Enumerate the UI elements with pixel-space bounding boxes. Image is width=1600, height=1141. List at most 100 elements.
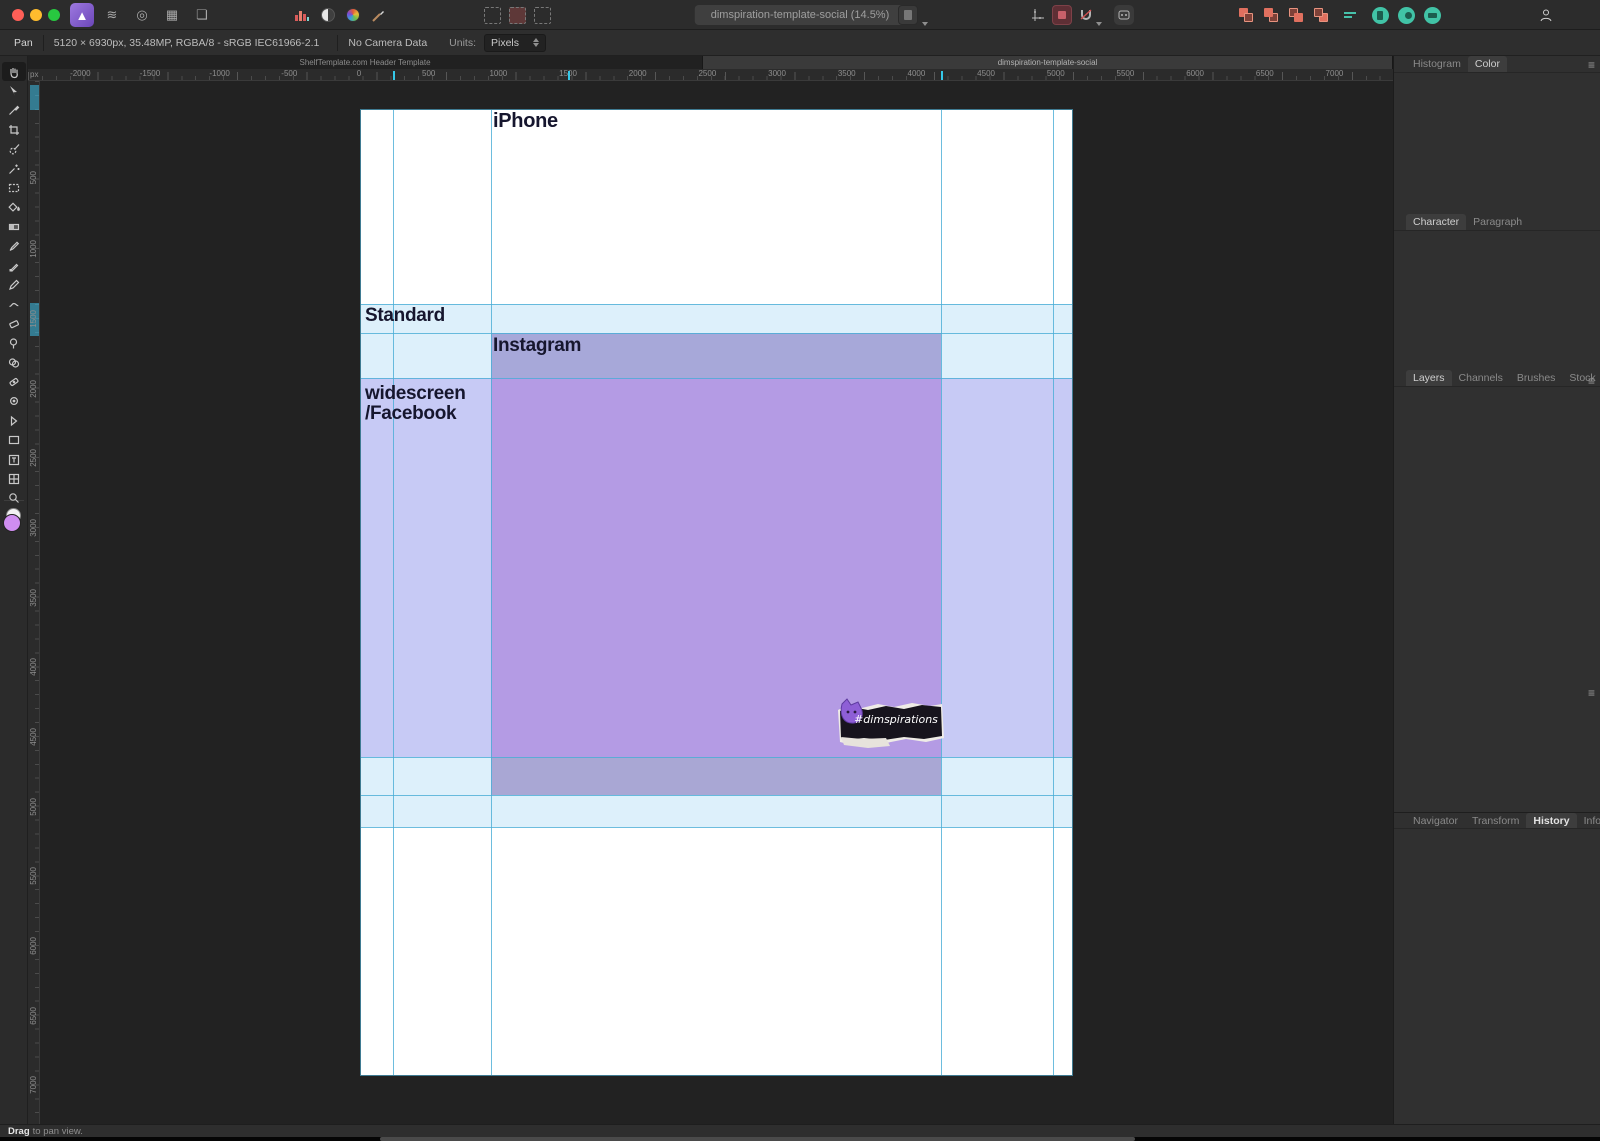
band bbox=[361, 757, 491, 795]
move-to-back-icon[interactable] bbox=[1311, 5, 1331, 25]
horizontal-scrollbar[interactable] bbox=[380, 1137, 1135, 1141]
ruler-tick-label: 6500 bbox=[1256, 69, 1274, 78]
camera-info: No Camera Data bbox=[348, 37, 427, 49]
dimspirations-tag-image[interactable]: #dimspirations bbox=[828, 698, 946, 750]
account-icon[interactable] bbox=[1536, 5, 1556, 25]
ruler-tick-label: 4000 bbox=[29, 658, 38, 676]
close-window-button[interactable] bbox=[12, 9, 24, 21]
tool-marquee-select[interactable] bbox=[2, 178, 26, 197]
tab-character[interactable]: Character bbox=[1406, 214, 1466, 230]
insert-behind-icon[interactable] bbox=[1372, 7, 1389, 24]
band bbox=[361, 795, 1072, 827]
split-view-icon[interactable] bbox=[534, 7, 551, 24]
auto-white-balance-icon[interactable] bbox=[368, 5, 388, 25]
tool-gradient[interactable] bbox=[2, 217, 26, 236]
tool-healing[interactable] bbox=[2, 372, 26, 391]
document-tab-active[interactable]: dimspiration-template-social bbox=[703, 56, 1393, 69]
tool-erase[interactable] bbox=[2, 314, 26, 333]
insert-on-top-icon[interactable] bbox=[1398, 7, 1415, 24]
move-to-front-icon[interactable] bbox=[1236, 5, 1256, 25]
preview-mode-icon[interactable] bbox=[898, 5, 918, 25]
tool-blemish-removal[interactable] bbox=[2, 392, 26, 411]
tool-artistic-text[interactable] bbox=[2, 450, 26, 469]
photo-persona-icon[interactable]: ▲ bbox=[70, 3, 94, 27]
panel-menu-icon[interactable]: ≡ bbox=[1588, 686, 1595, 700]
left-ruler[interactable]: 5001000150020002500300035004000450050005… bbox=[28, 81, 40, 1124]
tool-view[interactable] bbox=[2, 62, 26, 81]
ruler-tick-label: -1500 bbox=[140, 69, 160, 78]
units-select[interactable]: Pixels bbox=[484, 34, 546, 52]
snapping-icon[interactable] bbox=[1076, 5, 1096, 25]
guide-vertical bbox=[941, 110, 942, 1075]
status-hint: to pan view. bbox=[33, 1126, 83, 1137]
ruler-tick-label: 2000 bbox=[29, 380, 38, 398]
canvas-viewport[interactable]: iPhone Standard Instagram widescreen /Fa… bbox=[40, 81, 1393, 1124]
move-backward-icon[interactable] bbox=[1286, 5, 1306, 25]
tab-histogram[interactable]: Histogram bbox=[1406, 56, 1468, 72]
tool-smudge[interactable] bbox=[2, 295, 26, 314]
snapping-presets-icon[interactable] bbox=[1052, 5, 1072, 25]
tab-transform[interactable]: Transform bbox=[1465, 813, 1526, 828]
zoom-window-button[interactable] bbox=[48, 9, 60, 21]
auto-levels-icon[interactable] bbox=[292, 5, 312, 25]
minimize-window-button[interactable] bbox=[30, 9, 42, 21]
tool-selection-brush[interactable] bbox=[2, 140, 26, 159]
tool-colour-picker[interactable] bbox=[2, 101, 26, 120]
move-forward-icon[interactable] bbox=[1261, 5, 1281, 25]
tool-mesh-warp[interactable] bbox=[2, 469, 26, 488]
standard-band bbox=[361, 304, 1072, 333]
title-bar: dimspiration-template-social (14.5%) bbox=[0, 0, 1600, 30]
guide-horizontal bbox=[361, 795, 1072, 796]
export-persona-icon[interactable]: ❏ bbox=[190, 3, 214, 27]
tab-info[interactable]: Info bbox=[1577, 813, 1600, 828]
tool-zoom[interactable] bbox=[2, 489, 26, 508]
artboard[interactable]: iPhone Standard Instagram widescreen /Fa… bbox=[361, 110, 1072, 1075]
tab-history[interactable]: History bbox=[1526, 813, 1576, 828]
insert-inside-icon[interactable] bbox=[1424, 7, 1441, 24]
guide-horizontal bbox=[361, 378, 1072, 379]
tool-flood-fill[interactable] bbox=[2, 198, 26, 217]
tool-flood-select[interactable] bbox=[2, 159, 26, 178]
guides-manager-icon[interactable] bbox=[1028, 5, 1048, 25]
guide-horizontal bbox=[361, 304, 1072, 305]
tool-paint-brush[interactable] bbox=[2, 237, 26, 256]
ruler-tick-label: 1500 bbox=[29, 310, 38, 328]
tool-move[interactable] bbox=[2, 81, 26, 100]
tone-mapping-persona-icon[interactable]: ▦ bbox=[160, 3, 184, 27]
top-ruler[interactable]: -2000-1500-1000-500050010001500200025003… bbox=[28, 69, 1393, 81]
liquify-persona-icon[interactable]: ≋ bbox=[100, 3, 124, 27]
auto-colour-icon[interactable] bbox=[343, 5, 363, 25]
document-tab[interactable]: ShelfTemplate.com Header Template bbox=[28, 56, 703, 69]
panel-menu-icon[interactable]: ≡ bbox=[1588, 58, 1595, 72]
auto-contrast-icon[interactable] bbox=[318, 5, 338, 25]
assistant-icon[interactable] bbox=[1114, 5, 1134, 25]
foreground-colour-swatch[interactable] bbox=[3, 514, 21, 532]
ruler-tick-label: -500 bbox=[281, 69, 297, 78]
tab-layers[interactable]: Layers bbox=[1406, 370, 1452, 386]
bottom-panel-tabs: Navigator Transform History Info ≡ bbox=[1394, 812, 1600, 829]
tab-navigator[interactable]: Navigator bbox=[1406, 813, 1465, 828]
ruler-tick-label: 3000 bbox=[29, 519, 38, 537]
ruler-tick-label: 1000 bbox=[29, 240, 38, 258]
tool-pixel[interactable] bbox=[2, 275, 26, 294]
tool-colour-replacement-brush[interactable] bbox=[2, 256, 26, 275]
tab-paragraph[interactable]: Paragraph bbox=[1466, 214, 1529, 230]
tool-rectangle[interactable] bbox=[2, 431, 26, 450]
alignment-icon[interactable] bbox=[1340, 5, 1360, 25]
ruler-tick-label: 0 bbox=[357, 69, 361, 78]
tab-stock[interactable]: Stock bbox=[1562, 370, 1600, 386]
tab-brushes[interactable]: Brushes bbox=[1510, 370, 1563, 386]
retina-view-icon[interactable] bbox=[509, 7, 526, 24]
tab-color[interactable]: Color bbox=[1468, 56, 1507, 72]
ruler-tick-label: 6500 bbox=[29, 1007, 38, 1025]
tag-text: #dimspirations bbox=[854, 713, 938, 726]
tool-node[interactable] bbox=[2, 411, 26, 430]
develop-persona-icon[interactable]: ◎ bbox=[130, 3, 154, 27]
tool-clone[interactable] bbox=[2, 353, 26, 372]
colour-selector[interactable] bbox=[3, 508, 25, 534]
affinity-photo-window: dimspiration-template-social (14.5%) bbox=[0, 0, 1600, 1141]
tool-dodge[interactable] bbox=[2, 334, 26, 353]
tool-crop[interactable] bbox=[2, 120, 26, 139]
pixels-view-icon[interactable] bbox=[484, 7, 501, 24]
tab-channels[interactable]: Channels bbox=[1452, 370, 1510, 386]
